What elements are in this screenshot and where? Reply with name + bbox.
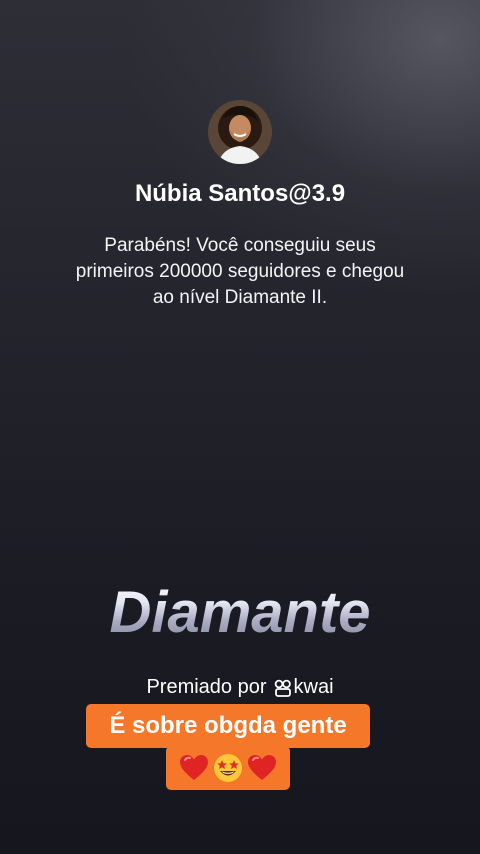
level-title: Diamante: [0, 578, 480, 648]
avatar[interactable]: [208, 100, 272, 164]
kwai-logo-icon: [274, 678, 292, 697]
caption-text: É sobre obgda gente: [86, 704, 370, 748]
award-line: Premiado por kwai: [0, 674, 480, 700]
red-heart-emoji: [178, 752, 210, 784]
award-label: Premiado por: [146, 676, 267, 698]
user-photo-avatar: [208, 100, 272, 164]
user-name: Núbia Santos@3.9: [134, 180, 346, 207]
star-struck-emoji: [212, 752, 244, 784]
congratulations-message: Parabéns! Você conseguiu seus primeiros …: [75, 235, 405, 308]
caption-emojis: [166, 746, 290, 790]
kwai-brand-name: kwai: [293, 676, 334, 698]
red-heart-emoji: [246, 752, 278, 784]
